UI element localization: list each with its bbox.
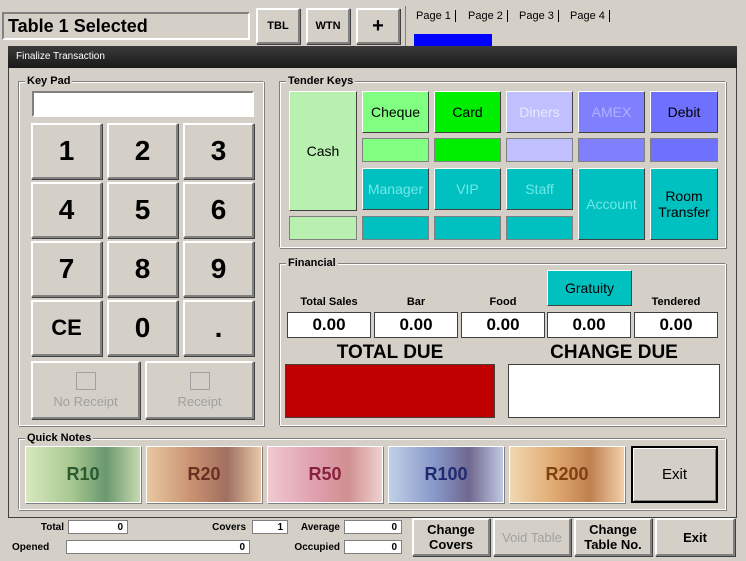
keypad-label: Key Pad	[25, 75, 73, 87]
key-1[interactable]: 1	[31, 123, 102, 179]
page-tabs: Page 1 Page 2 Page 3 Page 4	[405, 6, 746, 46]
tab-page-2[interactable]: Page 2	[468, 10, 508, 22]
tendered-label: Tendered	[651, 296, 701, 308]
key-decimal[interactable]: .	[183, 300, 254, 356]
change-due-label: CHANGE DUE	[550, 342, 678, 363]
total-label: Total	[40, 521, 64, 533]
dialog-title: Finalize Transaction	[16, 51, 105, 62]
opened-value: 0	[66, 540, 250, 554]
tendered-value: 0.00	[634, 312, 718, 338]
bar-value: 0.00	[374, 312, 458, 338]
vip-button[interactable]: VIP	[434, 168, 501, 210]
change-due-display	[508, 364, 720, 418]
key-5[interactable]: 5	[107, 182, 178, 238]
manager-button[interactable]: Manager	[362, 168, 429, 210]
account-button[interactable]: Account	[578, 168, 645, 240]
table-title: Table 1 Selected	[8, 16, 148, 36]
key-4[interactable]: 4	[31, 182, 102, 238]
total-due-label: TOTAL DUE	[336, 342, 444, 363]
change-covers-button[interactable]: Change Covers	[412, 518, 490, 556]
key-6[interactable]: 6	[183, 182, 254, 238]
add-button[interactable]: +	[356, 8, 400, 44]
key-clear-entry[interactable]: CE	[31, 300, 102, 356]
cash-amount	[289, 216, 357, 240]
dialog-exit-button[interactable]: Exit	[631, 446, 718, 503]
gratuity-button[interactable]: Gratuity	[547, 270, 632, 306]
cash-button[interactable]: Cash	[289, 91, 357, 211]
card-amount	[434, 138, 501, 162]
key-8[interactable]: 8	[107, 241, 178, 297]
occupied-value: 0	[344, 540, 402, 554]
covers-value: 1	[252, 520, 288, 534]
no-receipt-label: No Receipt	[53, 393, 118, 409]
no-receipt-button[interactable]: No Receipt	[31, 361, 140, 419]
staff-button[interactable]: Staff	[506, 168, 573, 210]
note-r20-button[interactable]: R20	[146, 446, 262, 503]
key-3[interactable]: 3	[183, 123, 254, 179]
total-sales-label: Total Sales	[300, 296, 358, 308]
manager-amount	[362, 216, 429, 240]
page-indicator	[414, 34, 492, 46]
main-exit-button[interactable]: Exit	[655, 518, 735, 556]
note-r50-button[interactable]: R50	[267, 446, 383, 503]
wtn-button[interactable]: WTN	[306, 8, 350, 44]
amex-button[interactable]: AMEX	[578, 91, 645, 133]
tender-keys-label: Tender Keys	[286, 75, 356, 87]
financial-label: Financial	[286, 257, 338, 269]
food-label: Food	[489, 296, 517, 308]
receipt-icon	[189, 371, 210, 390]
note-r100-button[interactable]: R100	[388, 446, 504, 503]
void-table-button[interactable]: Void Table	[493, 518, 571, 556]
note-r10-button[interactable]: R10	[25, 446, 141, 503]
debit-button[interactable]: Debit	[650, 91, 718, 133]
status-bar: Total 0 Covers 1 Average 0 Opened 0 Occu…	[4, 518, 404, 558]
amex-amount	[578, 138, 645, 162]
keypad-display[interactable]	[32, 91, 254, 117]
change-table-no-button[interactable]: Change Table No.	[574, 518, 652, 556]
total-due-display	[285, 364, 495, 418]
total-sales-value: 0.00	[287, 312, 371, 338]
staff-amount	[506, 216, 573, 240]
cheque-amount	[362, 138, 429, 162]
note-r200-button[interactable]: R200	[509, 446, 625, 503]
dialog-title-bar: Finalize Transaction	[8, 46, 737, 68]
key-7[interactable]: 7	[31, 241, 102, 297]
card-button[interactable]: Card	[434, 91, 501, 133]
receipt-icon	[75, 371, 96, 390]
receipt-label: Receipt	[177, 393, 222, 409]
debit-amount	[650, 138, 718, 162]
opened-label: Opened	[12, 541, 50, 553]
average-value: 0	[344, 520, 402, 534]
diners-button[interactable]: Diners	[506, 91, 573, 133]
tab-page-1[interactable]: Page 1	[416, 10, 456, 22]
covers-label: Covers	[212, 521, 246, 533]
receipt-button[interactable]: Receipt	[145, 361, 254, 419]
room-transfer-button[interactable]: Room Transfer	[650, 168, 718, 240]
table-title-box: Table 1 Selected	[2, 12, 250, 40]
total-value: 0	[68, 520, 128, 534]
tbl-button[interactable]: TBL	[256, 8, 300, 44]
tab-page-4[interactable]: Page 4	[570, 10, 610, 22]
occupied-label: Occupied	[294, 541, 340, 553]
gratuity-value: 0.00	[547, 312, 631, 338]
key-9[interactable]: 9	[183, 241, 254, 297]
quick-notes-label: Quick Notes	[25, 432, 94, 444]
key-0[interactable]: 0	[107, 300, 178, 356]
food-value: 0.00	[461, 312, 545, 338]
average-label: Average	[300, 521, 340, 533]
bar-label: Bar	[406, 296, 426, 308]
cheque-button[interactable]: Cheque	[362, 91, 429, 133]
tab-page-3[interactable]: Page 3	[519, 10, 559, 22]
diners-amount	[506, 138, 573, 162]
vip-amount	[434, 216, 501, 240]
key-2[interactable]: 2	[107, 123, 178, 179]
